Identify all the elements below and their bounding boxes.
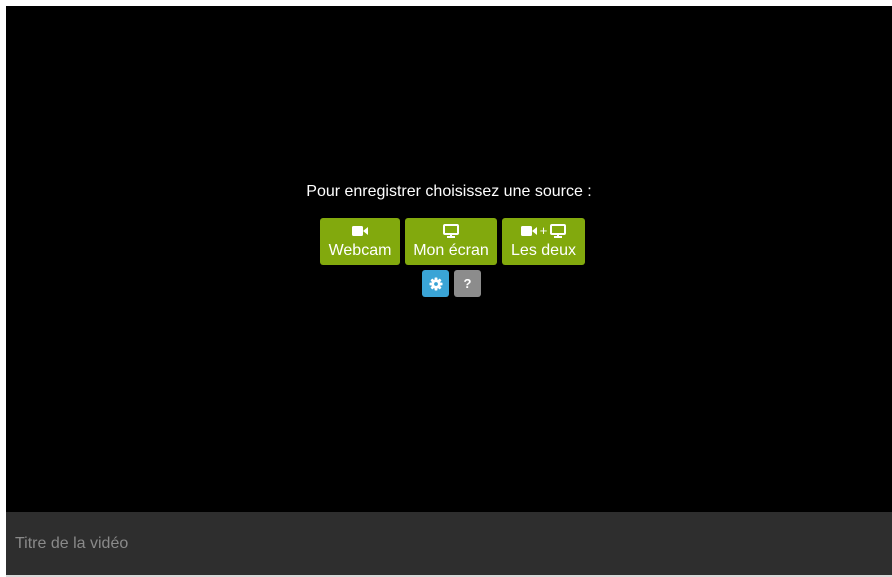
monitor-icon <box>443 223 459 238</box>
both-sources-button[interactable]: + Les deux <box>502 218 585 265</box>
webcam-icon-row <box>320 223 400 238</box>
gear-icon <box>429 277 442 290</box>
help-button[interactable]: ? <box>454 270 481 297</box>
video-title-input[interactable] <box>6 512 892 575</box>
recording-stage: Pour enregistrer choisissez une source :… <box>6 6 892 512</box>
video-camera-icon <box>520 225 537 236</box>
plus-separator: + <box>539 223 548 238</box>
webcam-source-label: Webcam <box>328 242 392 259</box>
monitor-icon <box>550 223 567 238</box>
video-camera-icon <box>352 225 368 236</box>
screen-icon-row <box>405 223 497 238</box>
source-prompt: Pour enregistrer choisissez une source : <box>306 183 592 200</box>
screen-source-label: Mon écran <box>413 242 489 259</box>
screen-source-button[interactable]: Mon écran <box>405 218 497 265</box>
webcam-source-button[interactable]: Webcam <box>320 218 400 265</box>
both-icon-row: + <box>502 223 585 238</box>
help-label: ? <box>463 276 472 291</box>
settings-button[interactable] <box>422 270 449 297</box>
title-bar <box>6 512 892 577</box>
video-recorder: Pour enregistrer choisissez une source :… <box>6 6 892 577</box>
both-sources-label: Les deux <box>511 242 576 259</box>
